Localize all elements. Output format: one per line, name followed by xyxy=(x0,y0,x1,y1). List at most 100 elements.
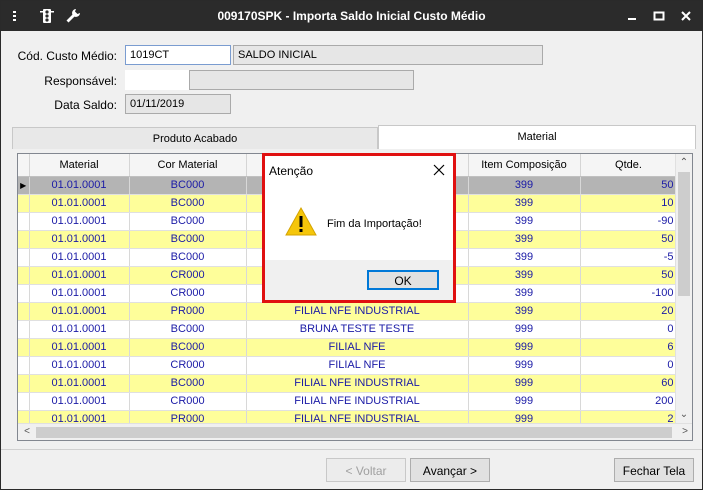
cell-descricao[interactable]: FILIAL NFE xyxy=(246,338,469,357)
responsavel-name-field xyxy=(189,70,414,90)
cell-cor-material[interactable]: BC000 xyxy=(129,320,247,339)
cell-qtde[interactable]: 6 xyxy=(580,338,678,357)
cell-material[interactable]: 01.01.0001 xyxy=(29,284,130,303)
cell-cor-material[interactable]: BC000 xyxy=(129,212,247,231)
table-row[interactable]: 01.01.0001 BC000 FILIAL NFE 999 6 xyxy=(18,338,678,357)
cell-cor-material[interactable]: BC000 xyxy=(129,338,247,357)
cell-item-composicao[interactable]: 999 xyxy=(468,374,581,393)
footer-divider xyxy=(1,449,702,450)
cell-qtde[interactable]: 50 xyxy=(580,266,678,285)
column-header-item-composicao[interactable]: Item Composição xyxy=(468,154,581,177)
cell-qtde[interactable]: 50 xyxy=(580,176,678,195)
cell-material[interactable]: 01.01.0001 xyxy=(29,320,130,339)
scroll-right-icon[interactable]: > xyxy=(677,424,692,440)
cell-material[interactable]: 01.01.0001 xyxy=(29,212,130,231)
row-indicator: ▶ xyxy=(18,176,30,195)
dialog-message: Fim da Importação! xyxy=(327,218,422,230)
column-header-qtde[interactable]: Qtde. xyxy=(580,154,678,177)
dialog-footer: OK xyxy=(265,260,453,300)
cell-material[interactable]: 01.01.0001 xyxy=(29,194,130,213)
cell-material[interactable]: 01.01.0001 xyxy=(29,374,130,393)
responsavel-input[interactable] xyxy=(125,70,189,90)
table-row[interactable]: 01.01.0001 BC000 BRUNA TESTE TESTE 999 0 xyxy=(18,320,678,339)
cell-qtde[interactable]: 60 xyxy=(580,374,678,393)
descricao-field: SALDO INICIAL xyxy=(233,45,543,65)
cell-item-composicao[interactable]: 999 xyxy=(468,392,581,411)
codigo-input[interactable]: 1019CT xyxy=(125,45,231,65)
cell-descricao[interactable]: BRUNA TESTE TESTE xyxy=(246,320,469,339)
cell-qtde[interactable]: -90 xyxy=(580,212,678,231)
row-indicator xyxy=(18,302,30,321)
horizontal-scroll-thumb[interactable] xyxy=(36,427,672,438)
cell-item-composicao[interactable]: 399 xyxy=(468,194,581,213)
avancar-button[interactable]: Avançar > xyxy=(410,458,490,482)
cell-material[interactable]: 01.01.0001 xyxy=(29,338,130,357)
cell-material[interactable]: 01.01.0001 xyxy=(29,248,130,267)
data-saldo-field: 01/11/2019 xyxy=(125,94,231,114)
cell-item-composicao[interactable]: 399 xyxy=(468,302,581,321)
fechar-tela-button[interactable]: Fechar Tela xyxy=(614,458,694,482)
cell-qtde[interactable]: -5 xyxy=(580,248,678,267)
cell-material[interactable]: 01.01.0001 xyxy=(29,176,130,195)
cell-cor-material[interactable]: CR000 xyxy=(129,284,247,303)
cell-item-composicao[interactable]: 399 xyxy=(468,212,581,231)
cell-cor-material[interactable]: BC000 xyxy=(129,248,247,267)
column-header-material[interactable]: Material xyxy=(29,154,130,177)
cell-descricao[interactable]: FILIAL NFE INDUSTRIAL xyxy=(246,302,469,321)
tab-material[interactable]: Material xyxy=(378,125,696,149)
cell-descricao[interactable]: FILIAL NFE INDUSTRIAL xyxy=(246,392,469,411)
voltar-button[interactable]: < Voltar xyxy=(326,458,406,482)
cell-qtde[interactable]: 10 xyxy=(580,194,678,213)
cell-cor-material[interactable]: CR000 xyxy=(129,392,247,411)
cell-material[interactable]: 01.01.0001 xyxy=(29,302,130,321)
scroll-left-icon[interactable]: < xyxy=(19,424,35,440)
table-row[interactable]: 01.01.0001 CR000 FILIAL NFE 999 0 xyxy=(18,356,678,375)
cell-qtde[interactable]: 200 xyxy=(580,392,678,411)
cell-cor-material[interactable]: BC000 xyxy=(129,230,247,249)
cell-qtde[interactable]: 0 xyxy=(580,356,678,375)
cell-material[interactable]: 01.01.0001 xyxy=(29,392,130,411)
cell-cor-material[interactable]: CR000 xyxy=(129,266,247,285)
cell-item-composicao[interactable]: 399 xyxy=(468,230,581,249)
cell-qtde[interactable]: 50 xyxy=(580,230,678,249)
cell-qtde[interactable]: -100 xyxy=(580,284,678,303)
cell-item-composicao[interactable]: 999 xyxy=(468,356,581,375)
cell-descricao[interactable]: FILIAL NFE xyxy=(246,356,469,375)
row-indicator xyxy=(18,194,30,213)
cell-item-composicao[interactable]: 999 xyxy=(468,338,581,357)
table-row[interactable]: 01.01.0001 PR000 FILIAL NFE INDUSTRIAL 399 2… xyxy=(18,302,678,321)
cell-material[interactable]: 01.01.0001 xyxy=(29,266,130,285)
data-saldo-label: Data Saldo: xyxy=(54,98,117,112)
cell-cor-material[interactable]: CR000 xyxy=(129,356,247,375)
cell-descricao[interactable]: FILIAL NFE INDUSTRIAL xyxy=(246,374,469,393)
cell-item-composicao[interactable]: 999 xyxy=(468,320,581,339)
row-indicator xyxy=(18,284,30,303)
minimize-button[interactable] xyxy=(625,9,639,23)
horizontal-scrollbar[interactable]: < > xyxy=(18,423,692,440)
cell-item-composicao[interactable]: 399 xyxy=(468,266,581,285)
cell-qtde[interactable]: 20 xyxy=(580,302,678,321)
table-row[interactable]: 01.01.0001 CR000 FILIAL NFE INDUSTRIAL 999 2… xyxy=(18,392,678,411)
cell-item-composicao[interactable]: 399 xyxy=(468,248,581,267)
cell-material[interactable]: 01.01.0001 xyxy=(29,356,130,375)
maximize-button[interactable] xyxy=(652,9,666,23)
cell-qtde[interactable]: 0 xyxy=(580,320,678,339)
column-header-cor-material[interactable]: Cor Material xyxy=(129,154,247,177)
cell-cor-material[interactable]: BC000 xyxy=(129,194,247,213)
dialog-close-icon[interactable] xyxy=(431,162,447,178)
cell-item-composicao[interactable]: 399 xyxy=(468,176,581,195)
cell-material[interactable]: 01.01.0001 xyxy=(29,230,130,249)
vertical-scroll-thumb[interactable] xyxy=(678,172,690,296)
dialog-ok-button[interactable]: OK xyxy=(367,270,439,290)
scroll-down-icon[interactable]: ⌄ xyxy=(676,407,692,423)
vertical-scrollbar[interactable]: ⌃ ⌄ xyxy=(675,154,692,424)
cell-cor-material[interactable]: PR000 xyxy=(129,302,247,321)
cell-cor-material[interactable]: BC000 xyxy=(129,176,247,195)
tab-produto-acabado[interactable]: Produto Acabado xyxy=(12,127,378,149)
scroll-up-icon[interactable]: ⌃ xyxy=(676,155,692,171)
table-row[interactable]: 01.01.0001 BC000 FILIAL NFE INDUSTRIAL 999 6… xyxy=(18,374,678,393)
cell-cor-material[interactable]: BC000 xyxy=(129,374,247,393)
close-button[interactable] xyxy=(679,9,693,23)
title-bar: 009170SPK - Importa Saldo Inicial Custo … xyxy=(1,1,702,31)
cell-item-composicao[interactable]: 399 xyxy=(468,284,581,303)
